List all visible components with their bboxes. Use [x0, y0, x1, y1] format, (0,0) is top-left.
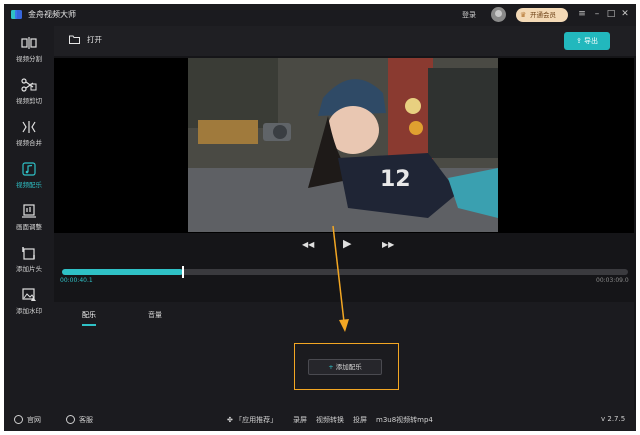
- sidebar-item-split[interactable]: 视频分割: [4, 36, 54, 76]
- current-time: 00:00:40.1: [60, 277, 93, 284]
- watermark-icon: [22, 288, 36, 301]
- merge-icon: [22, 121, 36, 133]
- export-icon: ⇪: [575, 37, 585, 45]
- maximize-icon[interactable]: □: [605, 8, 617, 20]
- highlight-box: + 添加配乐: [294, 343, 399, 390]
- crop-icon: [22, 204, 36, 218]
- sidebar-item-label: 添加水印: [16, 307, 42, 315]
- app-window: 金舟视频大师 登录 ♛ 开通会员 ≡ – □ ✕ 视频分割 视频剪切 视频合并 …: [4, 4, 636, 431]
- split-icon: [21, 37, 37, 49]
- export-label: 导出: [584, 37, 599, 45]
- sidebar-item-cut[interactable]: 视频剪切: [4, 78, 54, 118]
- minimize-icon[interactable]: –: [591, 8, 603, 20]
- close-icon[interactable]: ✕: [619, 8, 631, 20]
- sidebar-item-label: 添加片头: [16, 265, 42, 273]
- music-panel: 配乐 音量 + 添加配乐: [54, 302, 634, 410]
- timeline-track[interactable]: [62, 266, 628, 278]
- version-label: v 2.7.5: [601, 415, 626, 423]
- support-link[interactable]: 客服: [66, 415, 93, 425]
- video-stage: 12: [54, 58, 634, 233]
- sidebar-item-adjust[interactable]: 画面调整: [4, 204, 54, 244]
- fast-forward-icon[interactable]: ▶▶: [382, 240, 394, 249]
- website-link[interactable]: 官网: [14, 415, 41, 425]
- footer-link-cast[interactable]: 投屏: [353, 415, 367, 425]
- website-label: 官网: [27, 416, 41, 424]
- recommend-label: 「应用推荐」: [235, 416, 278, 424]
- sidebar-item-label: 视频配乐: [16, 181, 42, 189]
- sidebar-item-intro[interactable]: 添加片头: [4, 246, 54, 286]
- add-music-button[interactable]: + 添加配乐: [308, 359, 382, 375]
- folder-icon: [69, 35, 80, 44]
- headset-icon: [66, 415, 75, 424]
- tab-music[interactable]: 配乐: [82, 310, 96, 320]
- main-area: 打开 ⇪ 导出 12 ◀◀ ▶ ▶▶ 00:00:40.1 00:03:09.0…: [54, 26, 636, 410]
- play-icon[interactable]: ▶: [343, 237, 351, 250]
- intro-icon: [22, 247, 35, 260]
- login-link[interactable]: 登录: [462, 10, 476, 20]
- sidebar-item-label: 视频分割: [16, 55, 42, 63]
- tab-volume[interactable]: 音量: [148, 310, 162, 320]
- sidebar-item-label: 视频剪切: [16, 97, 42, 105]
- recommend-link[interactable]: ✤ 「应用推荐」: [227, 415, 277, 425]
- video-frame-image: 12: [188, 58, 498, 232]
- vip-button[interactable]: ♛ 开通会员: [516, 8, 568, 22]
- playhead-handle[interactable]: [181, 266, 184, 278]
- active-tab-indicator: [82, 324, 96, 326]
- export-button[interactable]: ⇪ 导出: [564, 32, 610, 50]
- total-time: 00:03:09.0: [596, 277, 629, 284]
- video-preview[interactable]: 12: [188, 58, 498, 232]
- fan-icon: ✤: [227, 416, 236, 424]
- sidebar-item-label: 画面调整: [16, 223, 42, 231]
- sidebar-item-label: 视频合并: [16, 139, 42, 147]
- title-bar: 金舟视频大师 登录 ♛ 开通会员 ≡ – □ ✕: [4, 4, 636, 26]
- avatar[interactable]: [491, 7, 506, 22]
- menu-icon[interactable]: ≡: [576, 8, 588, 20]
- sidebar: 视频分割 视频剪切 视频合并 视频配乐 画面调整 添加片头 添加水印: [4, 26, 54, 404]
- open-label: 打开: [87, 35, 102, 44]
- sidebar-item-watermark[interactable]: 添加水印: [4, 288, 54, 328]
- sidebar-item-merge[interactable]: 视频合并: [4, 120, 54, 160]
- crown-icon: ♛: [520, 11, 527, 19]
- playback-controls: ◀◀ ▶ ▶▶: [54, 234, 634, 274]
- app-title: 金舟视频大师: [28, 10, 76, 19]
- vip-label: 开通会员: [530, 11, 556, 19]
- toolbar: 打开 ⇪ 导出: [54, 26, 636, 56]
- sidebar-item-music[interactable]: 视频配乐: [4, 162, 54, 202]
- timeline-progress: [62, 269, 183, 275]
- globe-icon: [14, 415, 23, 424]
- music-icon: [22, 162, 36, 176]
- scissors-icon: [21, 78, 37, 92]
- app-logo-icon: [11, 10, 22, 19]
- footer-link-record[interactable]: 录屏: [293, 415, 307, 425]
- rewind-icon[interactable]: ◀◀: [302, 240, 314, 249]
- footer-link-m3u8[interactable]: m3u8视频转mp4: [376, 415, 433, 425]
- open-button[interactable]: 打开: [69, 34, 102, 45]
- support-label: 客服: [79, 416, 93, 424]
- svg-text:12: 12: [380, 167, 411, 192]
- status-bar: 官网 客服 ✤ 「应用推荐」 录屏 视频转换 投屏 m3u8视频转mp4 v 2…: [4, 410, 636, 431]
- add-music-label: 添加配乐: [335, 363, 362, 371]
- footer-link-convert[interactable]: 视频转换: [316, 415, 344, 425]
